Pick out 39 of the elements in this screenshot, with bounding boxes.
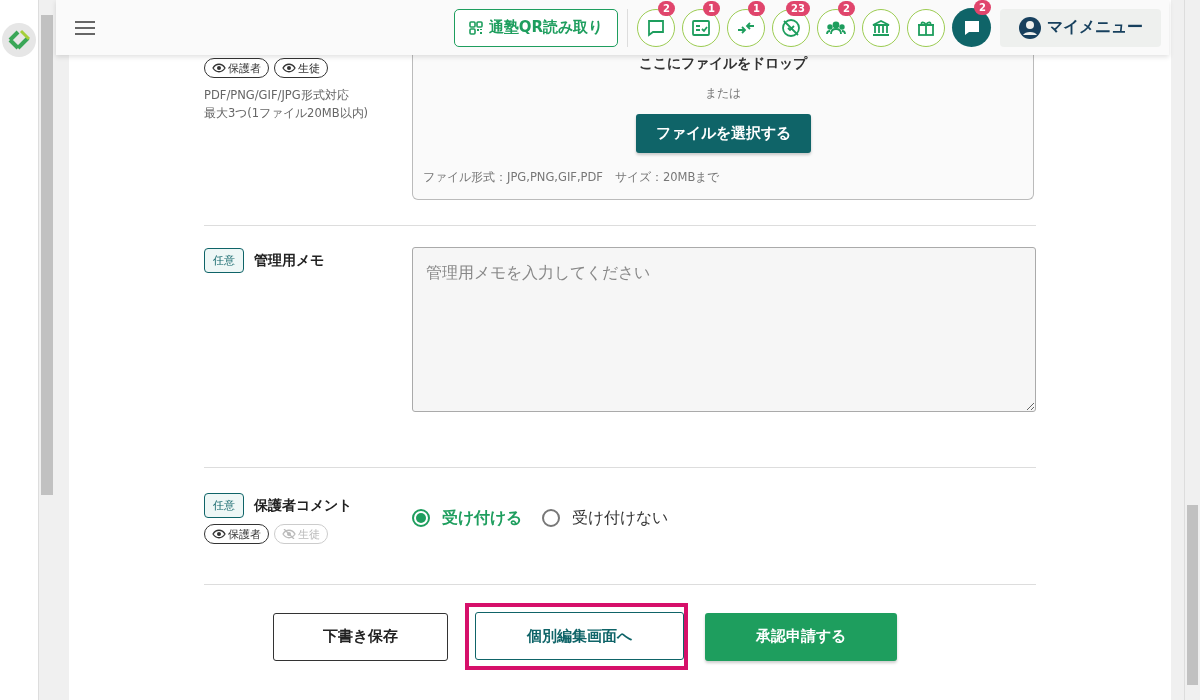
menu-icon[interactable] — [74, 19, 96, 36]
radio-option[interactable]: 受け付けない — [542, 507, 668, 529]
gift-button[interactable] — [907, 8, 945, 47]
bank-button[interactable] — [862, 8, 900, 47]
optional-tag: 任意 — [204, 493, 244, 518]
my-menu-button[interactable]: マイメニュー — [1000, 8, 1161, 47]
radio-icon[interactable] — [412, 509, 430, 527]
user-avatar-icon — [1018, 15, 1042, 40]
radio-icon[interactable] — [542, 509, 560, 527]
memo-field[interactable]: 管理用メモを入力してください — [412, 247, 1036, 412]
scrollbar[interactable] — [1184, 0, 1200, 700]
blocked-icon — [780, 16, 802, 39]
count-badge: 23 — [786, 0, 810, 16]
eye-icon — [282, 63, 296, 73]
radio-label: 受け付ける — [442, 507, 522, 529]
count-badge: 1 — [703, 0, 720, 16]
select-file-button[interactable]: ファイルを選択する — [635, 114, 811, 153]
count-badge: 2 — [658, 0, 675, 16]
eye-slash-icon — [282, 529, 296, 539]
qr-code-icon — [468, 20, 483, 35]
field-label: 保護者コメント — [254, 496, 352, 515]
eye-icon — [212, 63, 226, 73]
file-note: PDF/PNG/GIF/JPG形式対応 — [204, 87, 350, 104]
radio-label: 受け付けない — [572, 507, 668, 529]
file-note: 最大3つ(1ファイル20MB以内) — [204, 105, 370, 122]
field-label: 管理用メモ — [254, 251, 324, 270]
count-badge: 1 — [748, 0, 765, 16]
edit-screen-button[interactable]: 個別編集画面へ — [475, 612, 684, 660]
logo-icon[interactable] — [2, 23, 36, 57]
scrollbar[interactable] — [38, 0, 56, 700]
eye-icon — [212, 529, 226, 539]
or-text: または — [705, 85, 741, 102]
count-badge: 2 — [974, 0, 991, 15]
count-badge: 2 — [838, 0, 855, 16]
drop-text: ここにファイルをドロップ — [639, 55, 807, 73]
file-drop-zone[interactable]: ここにファイルをドロップ または ファイルを選択する ファイル形式：JPG,PNG,GIF,PDF サイズ：20MBまで — [412, 55, 1034, 200]
optional-tag: 任意 — [204, 248, 244, 273]
file-format-note: ファイル形式：JPG,PNG,GIF,PDF サイズ：20MBまで — [423, 170, 720, 185]
save-draft-button[interactable]: 下書き保存 — [273, 612, 448, 661]
